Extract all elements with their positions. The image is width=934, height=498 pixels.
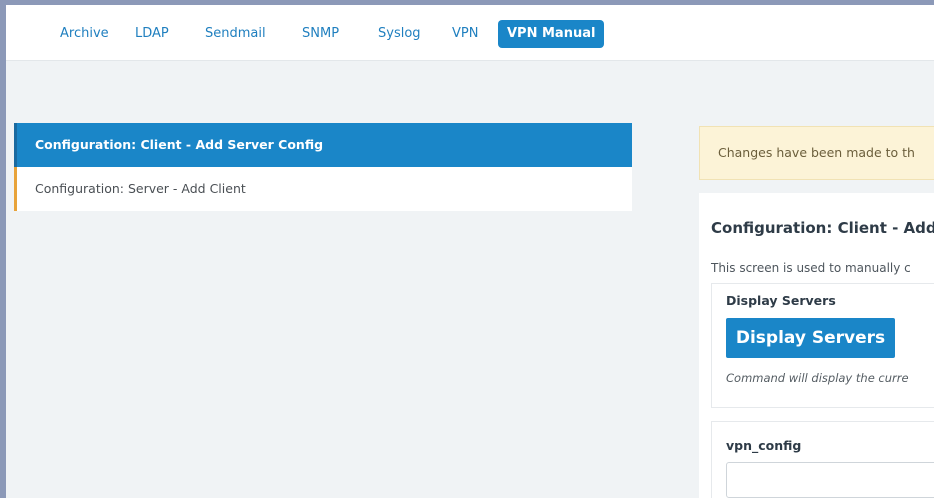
display-servers-button[interactable]: Display Servers <box>726 318 895 358</box>
tab-syslog[interactable]: Syslog <box>369 20 430 48</box>
vpn-config-section: vpn_config <box>711 421 934 498</box>
vpn-config-input[interactable] <box>726 462 934 498</box>
alert-text: Changes have been made to th <box>718 145 915 160</box>
config-panel: Configuration: Client - Add This screen … <box>699 193 934 498</box>
tab-vpn-manual[interactable]: VPN Manual <box>498 20 605 48</box>
config-nav-list: Configuration: Client - Add Server Confi… <box>14 123 632 211</box>
tab-sendmail[interactable]: Sendmail <box>196 20 275 48</box>
tab-vpn[interactable]: VPN <box>443 20 487 48</box>
tab-snmp[interactable]: SNMP <box>293 20 348 48</box>
panel-title: Configuration: Client - Add <box>711 219 934 237</box>
vpn-config-label: vpn_config <box>726 438 802 453</box>
tab-ldap[interactable]: LDAP <box>126 20 178 48</box>
top-tab-bar: Archive LDAP Sendmail SNMP Syslog VPN VP… <box>6 5 934 61</box>
changes-alert: Changes have been made to th <box>699 126 934 180</box>
nav-item-server-add-client[interactable]: Configuration: Server - Add Client <box>14 167 632 211</box>
display-servers-section: Display Servers Display Servers Command … <box>711 283 934 408</box>
panel-description: This screen is used to manually c <box>711 261 911 275</box>
tab-archive[interactable]: Archive <box>51 20 118 48</box>
display-servers-note: Command will display the curre <box>726 371 909 385</box>
display-servers-label: Display Servers <box>726 293 836 308</box>
nav-item-client-add-server-config[interactable]: Configuration: Client - Add Server Confi… <box>14 123 632 167</box>
